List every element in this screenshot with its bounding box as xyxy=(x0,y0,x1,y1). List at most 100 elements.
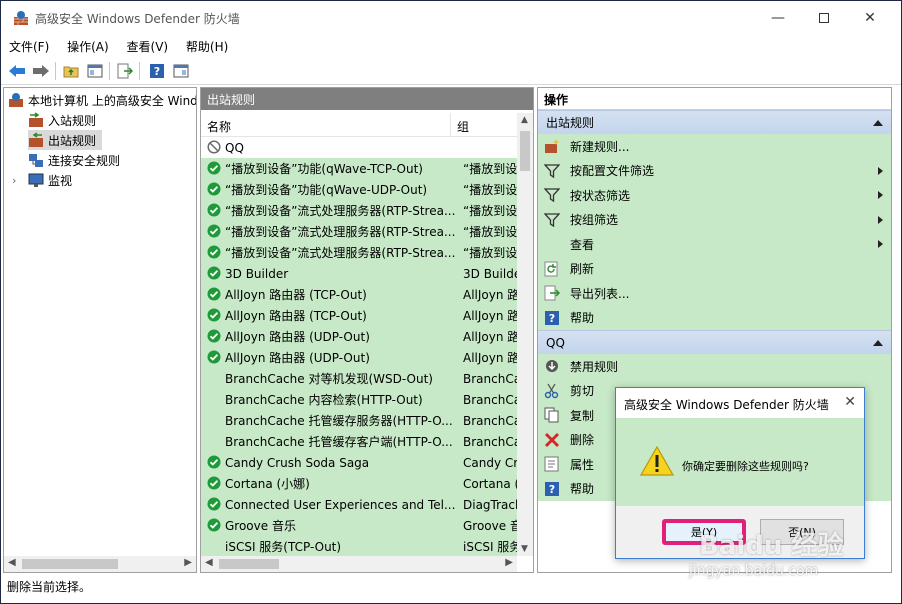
maximize-icon xyxy=(819,13,829,23)
scroll-thumb[interactable] xyxy=(520,131,530,171)
tree-item-connection-security[interactable]: 连接安全规则 xyxy=(28,150,120,170)
show-tree-button[interactable] xyxy=(85,61,105,81)
table-row[interactable]: AllJoyn 路由器 (TCP-Out) AllJoyn 路由 xyxy=(201,284,517,305)
rule-name: “播放到设备”功能(qWave-TCP-Out) xyxy=(225,162,423,176)
table-row[interactable]: “播放到设备”功能(qWave-TCP-Out) “播放到设备 xyxy=(201,158,517,179)
action-item[interactable]: 新建规则... xyxy=(538,134,891,159)
action-item[interactable]: 导出列表... xyxy=(538,281,891,306)
table-row[interactable]: “播放到设备”流式处理服务器(RTP-Strea... “播放到设备 xyxy=(201,221,517,242)
table-row[interactable]: BranchCache 托管缓存客户端(HTTP-O... BranchCache xyxy=(201,431,517,452)
menu-help[interactable]: 帮助(H) xyxy=(178,35,234,55)
table-row[interactable]: “播放到设备”功能(qWave-UDP-Out) “播放到设备 xyxy=(201,179,517,200)
rule-group: Candy Crus xyxy=(463,455,517,470)
column-header-name[interactable]: 名称 xyxy=(201,113,451,136)
action-item-label: 帮助 xyxy=(570,311,595,326)
rules-vertical-scrollbar[interactable]: ▲ ▼ xyxy=(517,113,533,556)
rule-group: BranchCache xyxy=(463,392,517,407)
help-toolbar-button[interactable]: ? xyxy=(147,61,167,81)
rule-name: Cortana (小娜) xyxy=(225,477,310,491)
close-button[interactable]: ✕ xyxy=(847,1,893,35)
svg-text:?: ? xyxy=(549,483,555,496)
tree-root[interactable]: 本地计算机 上的高级安全 Windows xyxy=(8,90,196,110)
table-row[interactable]: “播放到设备”流式处理服务器(RTP-Strea... “播放到设备 xyxy=(201,242,517,263)
menu-view[interactable]: 查看(V) xyxy=(119,35,175,55)
collapse-icon[interactable] xyxy=(873,120,883,126)
enabled-check-icon xyxy=(207,350,223,366)
export-button[interactable] xyxy=(115,61,135,81)
folder-up-icon xyxy=(63,66,79,78)
scroll-right-icon[interactable]: ▶ xyxy=(184,557,192,568)
action-item[interactable]: 禁用规则 xyxy=(538,354,891,379)
table-row[interactable]: Candy Crush Soda Saga Candy Crus xyxy=(201,452,517,473)
scroll-thumb[interactable] xyxy=(22,559,118,569)
table-row[interactable]: BranchCache 托管缓存服务器(HTTP-O... BranchCache xyxy=(201,410,517,431)
table-row[interactable]: Connected User Experiences and Tel... Dia… xyxy=(201,494,517,515)
rule-name: AllJoyn 路由器 (TCP-Out) xyxy=(225,309,367,323)
forward-button[interactable] xyxy=(31,61,51,81)
maximize-button[interactable] xyxy=(801,1,847,35)
menu-file[interactable]: 文件(F) xyxy=(1,35,55,55)
table-row[interactable]: QQ xyxy=(201,137,517,158)
action-item[interactable]: 按状态筛选 xyxy=(538,183,891,208)
action-item[interactable]: 查看 xyxy=(538,232,891,257)
tree-item-inbound-rules[interactable]: 入站规则 xyxy=(28,110,96,130)
scroll-thumb[interactable] xyxy=(219,559,279,569)
toolbar-separator xyxy=(109,62,110,80)
rule-name: iSCSI 服务(TCP-Out) xyxy=(225,540,342,554)
rule-group: “播放到设备 xyxy=(463,204,517,218)
action-section-qq[interactable]: QQ xyxy=(538,330,891,354)
action-item[interactable]: 刷新 xyxy=(538,256,891,281)
table-row[interactable]: Groove 音乐 Groove 音 xyxy=(201,515,517,536)
action-item[interactable]: 按配置文件筛选 xyxy=(538,158,891,183)
dialog-close-icon[interactable]: ✕ xyxy=(844,394,856,410)
table-row[interactable]: 3D Builder 3D Builder xyxy=(201,263,517,284)
show-action-pane-button[interactable] xyxy=(171,61,191,81)
tree-item-label: 连接安全规则 xyxy=(48,153,121,168)
toolbar-separator xyxy=(55,62,56,80)
firewall-app-icon xyxy=(14,11,28,25)
yes-button[interactable]: 是(Y) xyxy=(662,519,746,545)
dialog-title-bar: 高级安全 Windows Defender 防火墙 ✕ xyxy=(616,388,864,418)
tree-item-label: 监视 xyxy=(48,173,73,188)
tree-item-monitoring[interactable]: › 监视 xyxy=(12,170,72,190)
scroll-up-icon[interactable]: ▲ xyxy=(521,115,528,125)
collapse-icon[interactable] xyxy=(873,340,883,346)
action-section-outbound[interactable]: 出站规则 xyxy=(538,110,891,134)
rule-group: BranchCache xyxy=(463,413,517,428)
rule-group: DiagTrack xyxy=(463,497,517,512)
table-row[interactable]: AllJoyn 路由器 (UDP-Out) AllJoyn 路由 xyxy=(201,347,517,368)
help-icon: ? xyxy=(544,310,560,326)
tree-item-outbound-rules[interactable]: 出站规则 xyxy=(28,130,103,150)
filter-icon xyxy=(544,163,560,179)
scroll-left-icon[interactable]: ◀ xyxy=(8,557,16,568)
action-item[interactable]: 按组筛选 xyxy=(538,207,891,232)
back-arrow-icon xyxy=(9,65,25,77)
table-row[interactable]: “播放到设备”流式处理服务器(RTP-Strea... “播放到设备 xyxy=(201,200,517,221)
column-headers: 名称 组 xyxy=(201,113,517,137)
rule-group: AllJoyn 路由 xyxy=(463,351,517,365)
back-button[interactable] xyxy=(7,61,27,81)
minimize-button[interactable]: — xyxy=(755,1,801,35)
table-row[interactable]: BranchCache 内容检索(HTTP-Out) BranchCache xyxy=(201,389,517,410)
scroll-down-icon[interactable]: ▼ xyxy=(521,544,528,554)
action-item[interactable]: ? 帮助 xyxy=(538,305,891,330)
expand-chevron-icon[interactable]: › xyxy=(12,174,24,187)
rule-name: BranchCache 内容检索(HTTP-Out) xyxy=(225,393,423,407)
rules-horizontal-scrollbar[interactable]: ◀ ▶ xyxy=(201,556,517,572)
table-row[interactable]: BranchCache 对等机发现(WSD-Out) BranchCache xyxy=(201,368,517,389)
column-header-group[interactable]: 组 xyxy=(451,113,475,136)
forward-arrow-icon xyxy=(33,65,49,77)
table-row[interactable]: Cortana (小娜) Cortana (小 xyxy=(201,473,517,494)
menu-action[interactable]: 操作(A) xyxy=(59,35,115,55)
export-list-icon xyxy=(117,63,133,79)
table-row[interactable]: iSCSI 服务(TCP-Out) iSCSI 服务 xyxy=(201,536,517,557)
no-button[interactable]: 否(N) xyxy=(760,519,844,545)
tree-horizontal-scrollbar[interactable]: ◀ ▶ xyxy=(4,556,196,572)
scroll-right-icon[interactable]: ▶ xyxy=(505,557,513,568)
table-row[interactable]: AllJoyn 路由器 (UDP-Out) AllJoyn 路由 xyxy=(201,326,517,347)
table-row[interactable]: AllJoyn 路由器 (TCP-Out) AllJoyn 路由 xyxy=(201,305,517,326)
up-folder-button[interactable] xyxy=(61,61,81,81)
no-status-icon xyxy=(207,539,223,555)
no-status-icon xyxy=(207,434,223,450)
scroll-left-icon[interactable]: ◀ xyxy=(205,557,213,568)
